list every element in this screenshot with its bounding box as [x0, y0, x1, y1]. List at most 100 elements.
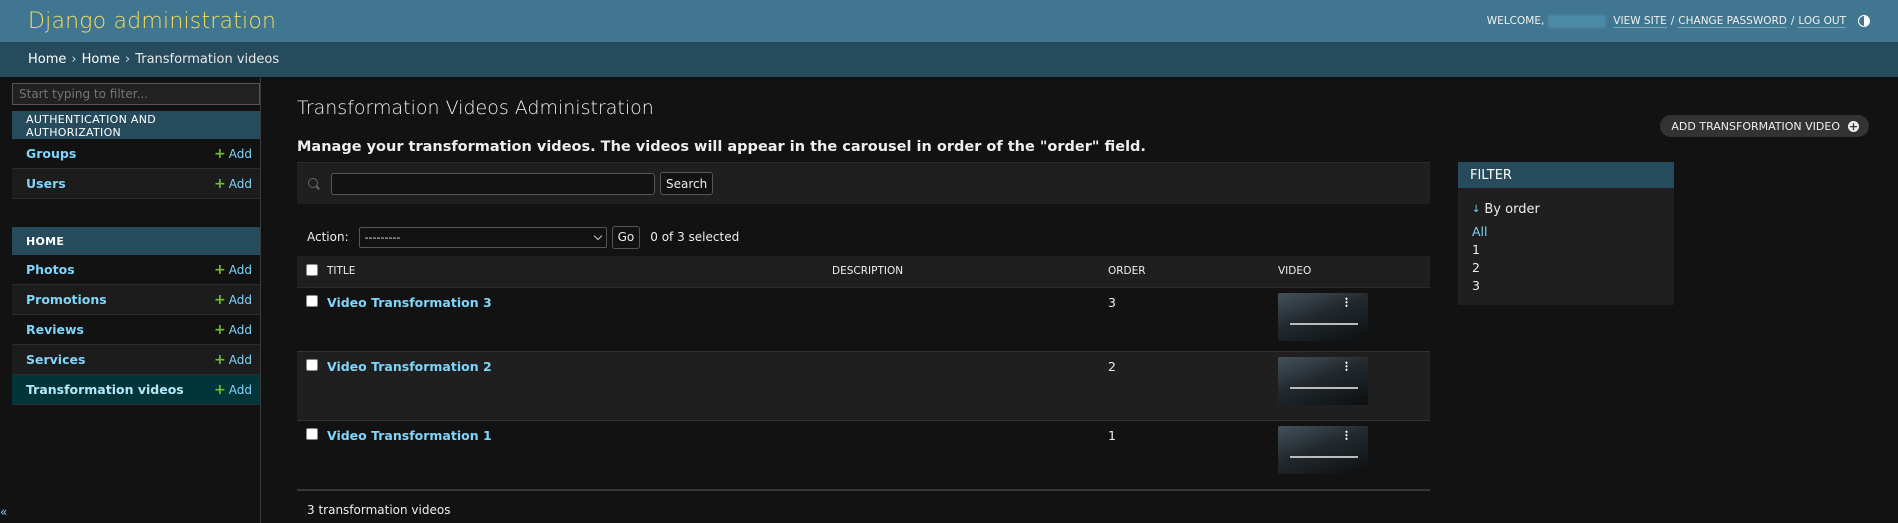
breadcrumb-separator: › [71, 52, 77, 67]
user-tools-separator: / [1670, 15, 1675, 27]
add-label: Add [228, 322, 252, 337]
chevron-down-icon [593, 231, 602, 240]
changelist-filter: Filter ↓ By order All 1 2 3 [1458, 162, 1674, 305]
sidebar-item-label[interactable]: Users [26, 176, 66, 191]
sidebar-item-transformation-videos: Transformation videos + Add [12, 375, 260, 405]
select-all-checkbox[interactable] [306, 263, 318, 276]
username-redacted [1548, 14, 1607, 28]
column-header-description: Description [832, 256, 1108, 288]
filter-option-1[interactable]: 1 [1458, 241, 1674, 259]
video-thumbnail[interactable] [1278, 292, 1368, 341]
add-users-link[interactable]: + Add [214, 177, 252, 191]
header: Django administration WELCOME, VIEW SITE… [0, 0, 1898, 42]
search-button[interactable]: Search [660, 172, 714, 195]
breadcrumb-current: Transformation videos [135, 52, 280, 67]
add-photos-link[interactable]: + Add [214, 263, 252, 277]
plus-icon: + [214, 145, 226, 162]
row-order: 3 [1108, 294, 1116, 310]
plus-icon: + [214, 381, 226, 398]
sidebar-item-services: Services + Add [12, 345, 260, 375]
filter-by-order[interactable]: ↓ By order [1472, 202, 1660, 217]
add-label: Add [228, 262, 252, 277]
action-select[interactable]: --------- [358, 226, 607, 248]
add-label: Add [228, 292, 252, 307]
sidebar-item-label[interactable]: Promotions [26, 292, 107, 307]
row-description [832, 420, 1108, 489]
add-promotions-link[interactable]: + Add [214, 293, 252, 307]
change-password-link[interactable]: CHANGE PASSWORD [1678, 15, 1787, 28]
sidebar-item-users: Users + Add [12, 169, 260, 199]
nav-filter-input[interactable] [12, 83, 260, 105]
row-title-link[interactable]: Video Transformation 2 [327, 359, 492, 374]
row-checkbox[interactable] [306, 358, 318, 371]
sidebar-item-promotions: Promotions + Add [12, 285, 260, 315]
row-checkbox[interactable] [306, 427, 318, 440]
row-description [832, 287, 1108, 351]
row-title-link[interactable]: Video Transformation 3 [327, 295, 492, 310]
column-header-title[interactable]: Title [327, 256, 832, 288]
sidebar-item-label[interactable]: Reviews [26, 322, 84, 337]
add-services-link[interactable]: + Add [214, 353, 252, 367]
filter-option-all[interactable]: All [1458, 223, 1674, 241]
site-name[interactable]: Django administration [28, 9, 276, 34]
sidebar-item-label[interactable]: Services [26, 352, 85, 367]
result-count: 3 transformation videos [297, 489, 1430, 523]
column-header-order[interactable]: Order [1108, 256, 1278, 288]
results-table: Title Description Order Video Video Tran… [297, 256, 1430, 490]
row-checkbox[interactable] [306, 294, 318, 307]
row-order: 2 [1108, 358, 1116, 374]
page-description: Manage your transformation videos. The v… [297, 139, 1146, 155]
row-description [832, 351, 1108, 420]
breadcrumb-home[interactable]: Home [28, 52, 66, 67]
changelist-wrap: Search Action: --------- Go 0 of 3 selec… [297, 162, 1869, 523]
search-toolbar: Search [297, 162, 1430, 204]
go-button[interactable]: Go [611, 225, 641, 249]
plus-icon: + [1848, 119, 1859, 133]
content: Transformation Videos Administration Man… [261, 77, 1898, 523]
filter-option-3[interactable]: 3 [1458, 277, 1674, 295]
add-transformation-videos-link[interactable]: + Add [214, 383, 252, 397]
filter-heading: Filter [1458, 162, 1674, 188]
add-button-label: ADD TRANSFORMATION VIDEO [1671, 119, 1840, 133]
user-tools-separator: / [1790, 15, 1795, 27]
filter-option-2[interactable]: 2 [1458, 259, 1674, 277]
breadcrumb: Home › Home › Transformation videos [0, 42, 1898, 77]
sidebar-item-label[interactable]: Transformation videos [26, 382, 184, 397]
sidebar-item-label[interactable]: Photos [26, 262, 75, 277]
welcome-text: WELCOME, [1486, 15, 1545, 27]
actions-bar: Action: --------- Go 0 of 3 selected [297, 225, 1430, 249]
add-label: Add [228, 146, 252, 161]
log-out-link[interactable]: LOG OUT [1798, 15, 1846, 28]
video-thumbnail[interactable] [1278, 425, 1368, 474]
selected-count: 0 of 3 selected [650, 230, 740, 244]
user-tools: WELCOME, VIEW SITE / CHANGE PASSWORD / L… [1486, 14, 1870, 28]
add-reviews-link[interactable]: + Add [214, 323, 252, 337]
view-site-link[interactable]: VIEW SITE [1613, 15, 1667, 28]
add-transformation-video-button[interactable]: ADD TRANSFORMATION VIDEO + [1660, 115, 1869, 137]
plus-icon: + [214, 321, 226, 338]
sidebar-item-label[interactable]: Groups [26, 146, 76, 161]
video-thumbnail[interactable] [1278, 356, 1368, 405]
table-row: Video Transformation 3 3 [297, 287, 1430, 351]
add-groups-link[interactable]: + Add [214, 147, 252, 161]
add-label: Add [228, 382, 252, 397]
page-title: Transformation Videos Administration [297, 97, 654, 119]
sidebar-collapse-button[interactable]: « [0, 505, 7, 519]
theme-toggle-icon[interactable] [1858, 15, 1870, 27]
row-title-link[interactable]: Video Transformation 1 [327, 428, 492, 443]
sidebar-item-photos: Photos + Add [12, 255, 260, 285]
table-row: Video Transformation 1 1 [297, 420, 1430, 489]
sidebar-item-reviews: Reviews + Add [12, 315, 260, 345]
module-home: Home Photos + Add Promotions + Add Reviews… [12, 227, 260, 405]
breadcrumb-app-home[interactable]: Home [82, 52, 120, 67]
add-label: Add [228, 352, 252, 367]
breadcrumb-separator: › [124, 52, 131, 67]
search-input[interactable] [331, 172, 655, 195]
module-caption-home[interactable]: Home [12, 227, 260, 255]
action-selected-value: --------- [364, 230, 401, 244]
sidebar-item-groups: Groups + Add [12, 139, 260, 169]
module-auth: Authentication and Authorization Groups … [12, 111, 260, 199]
action-label: Action: [307, 230, 349, 244]
main: Authentication and Authorization Groups … [0, 77, 1898, 523]
module-caption-auth[interactable]: Authentication and Authorization [12, 111, 260, 139]
